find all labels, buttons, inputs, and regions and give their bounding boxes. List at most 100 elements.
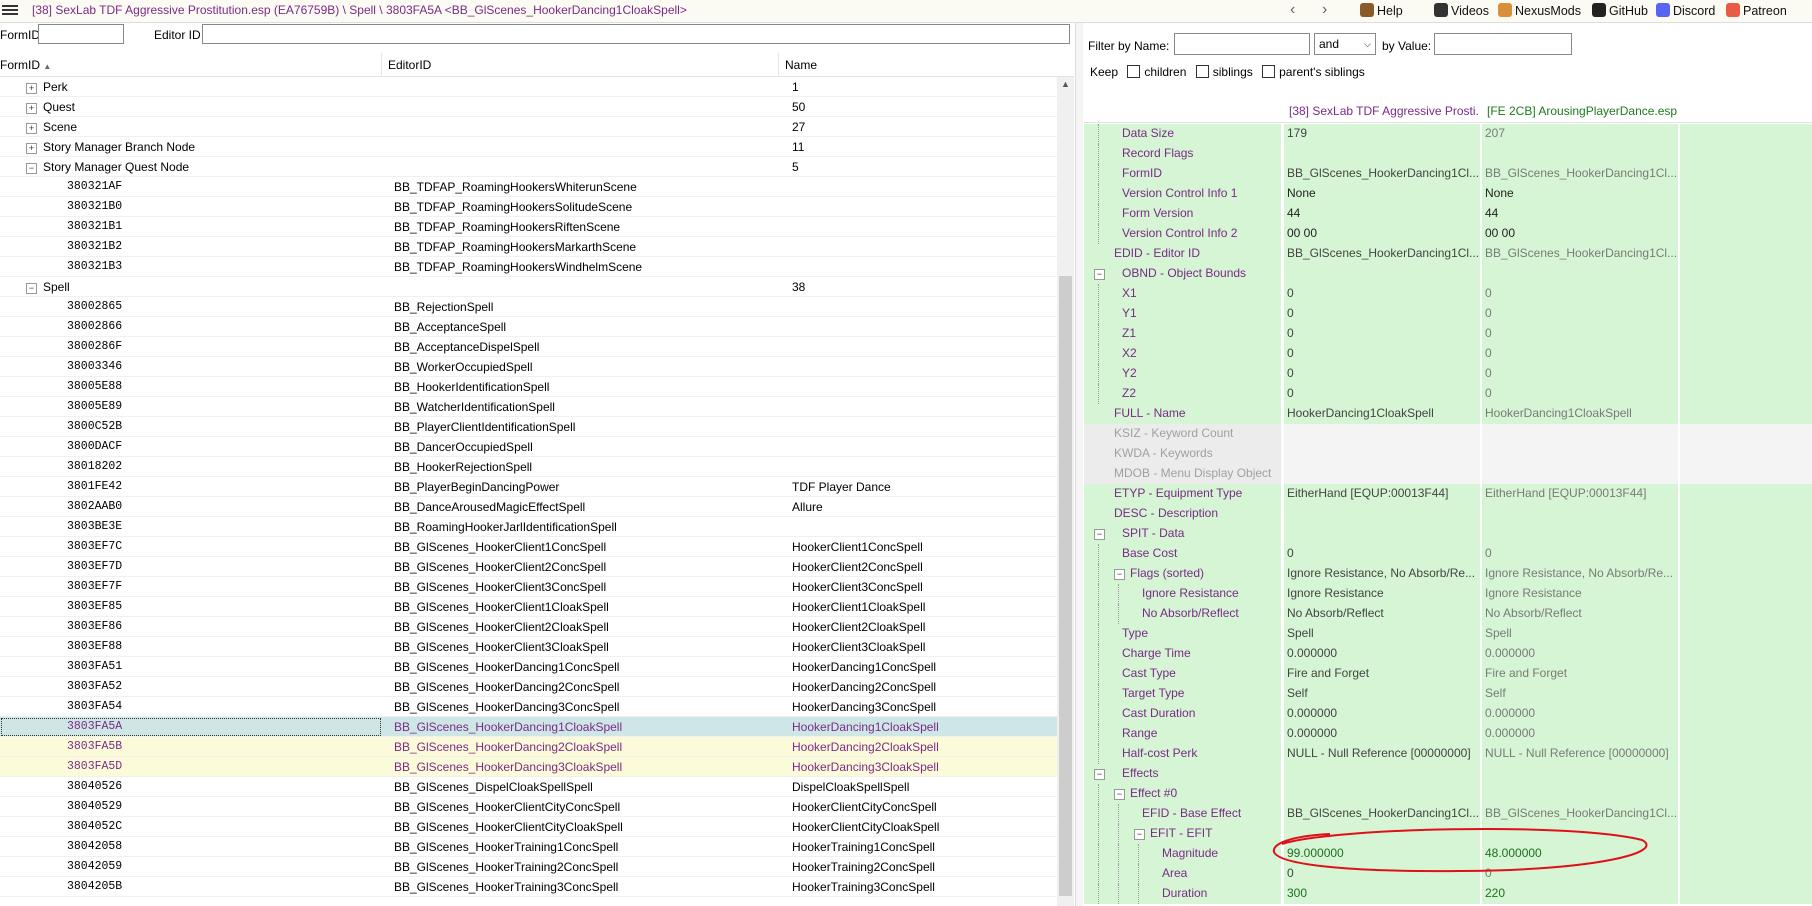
field-value-plugin-1[interactable]: HookerDancing1CloakSpell <box>1284 404 1480 424</box>
forward-arrow-icon[interactable]: › <box>1322 1 1327 19</box>
record-field-row[interactable]: Z1 0 0 <box>1084 324 1812 344</box>
field-value-plugin-1[interactable]: BB_GlScenes_HookerDancing1Cl... <box>1284 804 1480 824</box>
field-value-plugin-1[interactable]: 0 <box>1284 344 1480 364</box>
record-field-row[interactable]: − SPIT - Data <box>1084 524 1812 544</box>
filter-value-input[interactable] <box>1434 33 1572 55</box>
field-value-plugin-2[interactable]: 0.000000 <box>1482 704 1678 724</box>
tree-record-row[interactable]: 380321B0 BB_TDFAP_RoamingHookersSolitudeS… <box>0 197 1057 217</box>
formid-search-input[interactable] <box>38 24 124 44</box>
field-value-plugin-1[interactable]: 0 <box>1284 304 1480 324</box>
field-value-plugin-2[interactable]: Self <box>1482 684 1678 704</box>
field-value-plugin-1[interactable] <box>1284 464 1480 484</box>
column-header-formid[interactable]: FormID ▲ <box>0 58 51 72</box>
record-field-row[interactable]: Y2 0 0 <box>1084 364 1812 384</box>
tree-record-row[interactable]: 3803FA54 BB_GlScenes_HookerDancing3ConcSp… <box>0 697 1057 717</box>
field-value-plugin-1[interactable] <box>1284 504 1480 524</box>
tree-record-row[interactable]: 3803EF85 BB_GlScenes_HookerClient1CloakSp… <box>0 597 1057 617</box>
field-value-plugin-2[interactable] <box>1482 464 1678 484</box>
toolbar-link-patreon[interactable]: Patreon <box>1726 3 1787 18</box>
record-field-row[interactable]: X2 0 0 <box>1084 344 1812 364</box>
field-value-plugin-1[interactable]: 300 <box>1284 884 1480 904</box>
record-field-row[interactable]: Version Control Info 2 00 00 00 00 <box>1084 224 1812 244</box>
tree-record-row[interactable]: 3800C52B BB_PlayerClientIdentificationSpe… <box>0 417 1057 437</box>
tree-record-row[interactable]: 3803FA52 BB_GlScenes_HookerDancing2ConcSp… <box>0 677 1057 697</box>
field-value-plugin-2[interactable]: NULL - Null Reference [00000000] <box>1482 744 1678 764</box>
field-value-plugin-1[interactable] <box>1284 524 1480 544</box>
field-value-plugin-2[interactable]: BB_GlScenes_HookerDancing1Cl... <box>1482 164 1678 184</box>
tree-record-row[interactable]: 3804052C BB_GlScenes_HookerClientCityCloa… <box>0 817 1057 837</box>
record-field-row[interactable]: Range 0.000000 0.000000 <box>1084 724 1812 744</box>
record-field-row[interactable]: Form Version 44 44 <box>1084 204 1812 224</box>
scroll-up-icon[interactable]: ▲ <box>1061 79 1070 89</box>
record-field-row[interactable]: Magnitude 99.000000 48.000000 <box>1084 844 1812 864</box>
field-value-plugin-1[interactable]: 0.000000 <box>1284 644 1480 664</box>
record-field-row[interactable]: EDID - Editor ID BB_GlScenes_HookerDancin… <box>1084 244 1812 264</box>
column-header-plugin-2[interactable]: [FE 2CB] ArousingPlayerDance.esp <box>1487 104 1677 118</box>
tree-record-row[interactable]: 3803EF7D BB_GlScenes_HookerClient2ConcSpe… <box>0 557 1057 577</box>
record-field-row[interactable]: Area 0 0 <box>1084 864 1812 884</box>
tree-record-row[interactable]: 380321B2 BB_TDFAP_RoamingHookersMarkarthS… <box>0 237 1057 257</box>
tree-record-row[interactable]: 3800DACF BB_DancerOccupiedSpell <box>0 437 1057 457</box>
record-field-row[interactable]: − EFIT - EFIT <box>1084 824 1812 844</box>
field-value-plugin-2[interactable] <box>1482 504 1678 524</box>
record-field-row[interactable]: KWDA - Keywords <box>1084 444 1812 464</box>
field-value-plugin-2[interactable]: 0 <box>1482 344 1678 364</box>
field-value-plugin-1[interactable]: 99.000000 <box>1284 844 1480 864</box>
field-value-plugin-2[interactable] <box>1482 524 1678 544</box>
field-value-plugin-2[interactable]: None <box>1482 184 1678 204</box>
collapse-icon[interactable]: − <box>1094 529 1105 540</box>
keep-siblings-checkbox[interactable] <box>1195 65 1209 78</box>
column-header-name[interactable]: Name <box>785 58 817 72</box>
field-value-plugin-1[interactable] <box>1284 784 1480 804</box>
record-field-row[interactable]: Version Control Info 1 None None <box>1084 184 1812 204</box>
record-field-row[interactable]: Cast Duration 0.000000 0.000000 <box>1084 704 1812 724</box>
field-value-plugin-2[interactable]: BB_GlScenes_HookerDancing1Cl... <box>1482 804 1678 824</box>
expand-icon[interactable]: + <box>26 103 37 114</box>
record-field-row[interactable]: MDOB - Menu Display Object <box>1084 464 1812 484</box>
record-field-row[interactable]: FULL - Name HookerDancing1CloakSpell Hooke… <box>1084 404 1812 424</box>
field-value-plugin-1[interactable]: 0 <box>1284 864 1480 884</box>
menu-icon[interactable] <box>2 3 18 17</box>
record-field-row[interactable]: Duration 300 220 <box>1084 884 1812 904</box>
field-value-plugin-2[interactable] <box>1482 764 1678 784</box>
record-field-row[interactable]: − OBND - Object Bounds <box>1084 264 1812 284</box>
field-value-plugin-1[interactable] <box>1284 764 1480 784</box>
tree-group-spell[interactable]: − Spell 38 <box>0 277 1057 297</box>
record-field-row[interactable]: Type Spell Spell <box>1084 624 1812 644</box>
field-value-plugin-2[interactable]: No Absorb/Reflect <box>1482 604 1678 624</box>
field-value-plugin-2[interactable]: 0 <box>1482 324 1678 344</box>
record-field-row[interactable]: Cast Type Fire and Forget Fire and Forget <box>1084 664 1812 684</box>
tree-group-scene[interactable]: + Scene 27 <box>0 117 1057 137</box>
back-arrow-icon[interactable]: ‹ <box>1290 1 1295 19</box>
tree-record-row[interactable]: 38005E88 BB_HookerIdentificationSpell <box>0 377 1057 397</box>
tree-group-story-manager-branch-node[interactable]: + Story Manager Branch Node 11 <box>0 137 1057 157</box>
tree-record-row[interactable]: 3802AAB0 BB_DanceArousedMagicEffectSpell A… <box>0 497 1057 517</box>
field-value-plugin-2[interactable]: 220 <box>1482 884 1678 904</box>
tree-record-row[interactable]: 3804205B BB_GlScenes_HookerTraining3ConcS… <box>0 877 1057 897</box>
field-value-plugin-2[interactable]: 0 <box>1482 304 1678 324</box>
tree-scrollbar[interactable]: ▲ <box>1057 77 1074 906</box>
tree-record-row[interactable]: 3803FA5D BB_GlScenes_HookerDancing3CloakS… <box>0 757 1057 777</box>
field-value-plugin-1[interactable]: Ignore Resistance <box>1284 584 1480 604</box>
tree-record-row[interactable]: 3803FA5A BB_GlScenes_HookerDancing1CloakS… <box>0 717 1057 737</box>
field-value-plugin-1[interactable] <box>1284 264 1480 284</box>
field-value-plugin-1[interactable]: NULL - Null Reference [00000000] <box>1284 744 1480 764</box>
field-value-plugin-1[interactable]: Fire and Forget <box>1284 664 1480 684</box>
record-field-row[interactable]: DESC - Description <box>1084 504 1812 524</box>
record-field-row[interactable]: ETYP - Equipment Type EitherHand [EQUP:00… <box>1084 484 1812 504</box>
tree-record-row[interactable]: 38002866 BB_AcceptanceSpell <box>0 317 1057 337</box>
field-value-plugin-2[interactable]: 44 <box>1482 204 1678 224</box>
field-value-plugin-2[interactable] <box>1482 784 1678 804</box>
field-value-plugin-1[interactable]: No Absorb/Reflect <box>1284 604 1480 624</box>
tree-record-row[interactable]: 3803BE3E BB_RoamingHookerJarlIdentificati… <box>0 517 1057 537</box>
tree-record-row[interactable]: 3803EF7C BB_GlScenes_HookerClient1ConcSpe… <box>0 537 1057 557</box>
tree-record-row[interactable]: 380321B1 BB_TDFAP_RoamingHookersRiftenSce… <box>0 217 1057 237</box>
record-field-row[interactable]: − Effects <box>1084 764 1812 784</box>
record-field-row[interactable]: Data Size 179 207 <box>1084 124 1812 144</box>
collapse-icon[interactable]: − <box>1094 269 1105 280</box>
field-value-plugin-2[interactable] <box>1482 424 1678 444</box>
toolbar-link-github[interactable]: GitHub <box>1592 3 1648 18</box>
tree-record-row[interactable]: 38002865 BB_RejectionSpell <box>0 297 1057 317</box>
field-value-plugin-2[interactable]: 0 <box>1482 544 1678 564</box>
record-field-row[interactable]: − Flags (sorted) Ignore Resistance, No Abs… <box>1084 564 1812 584</box>
